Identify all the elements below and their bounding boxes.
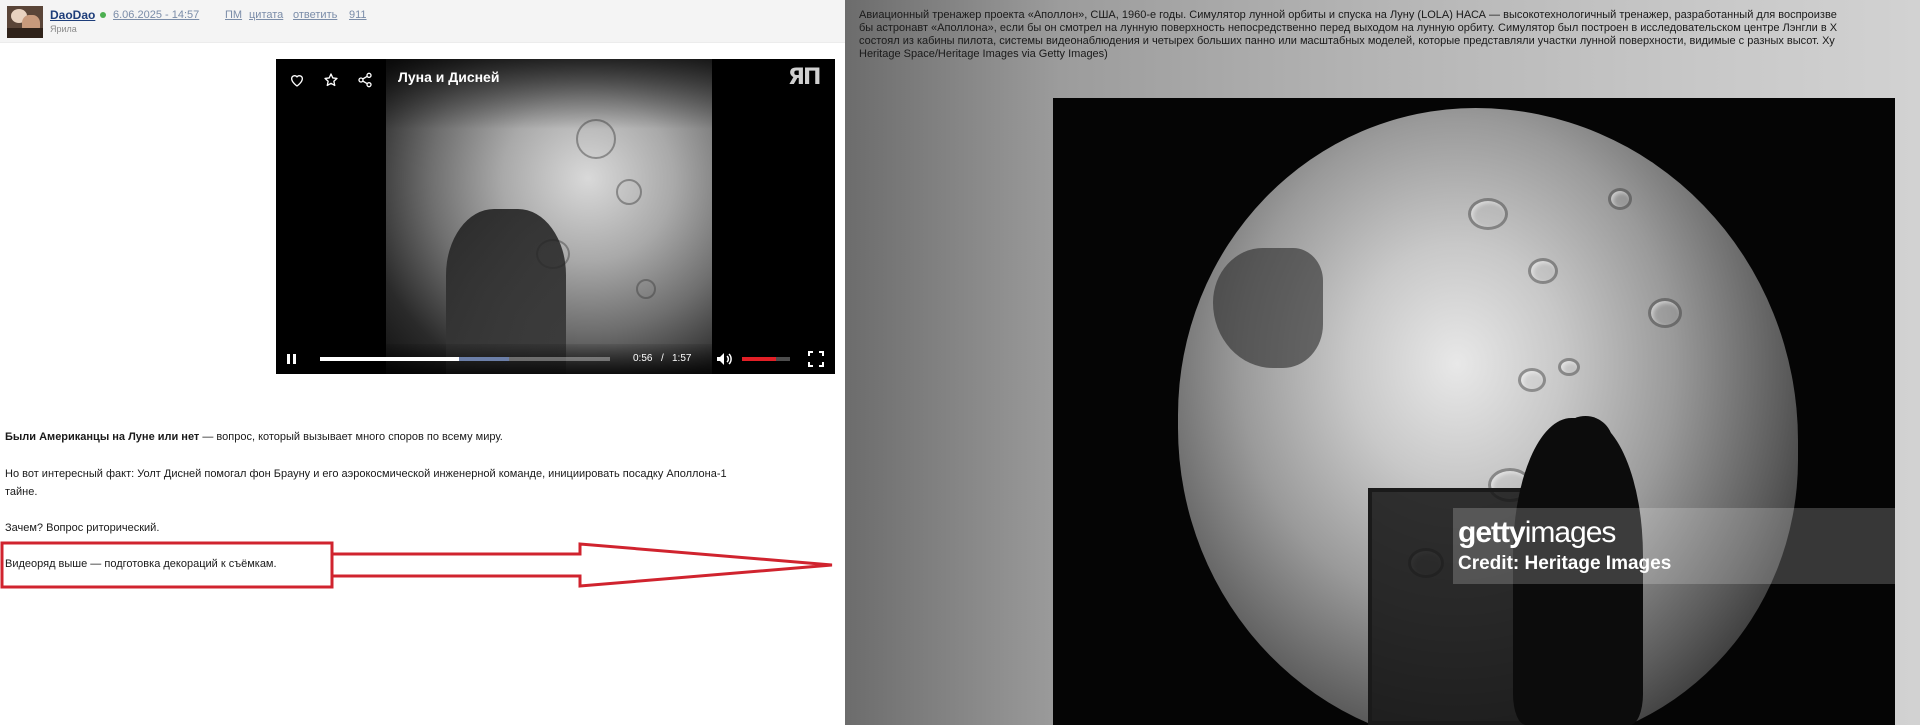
reply-link[interactable]: ответить	[293, 9, 337, 21]
getty-image-page: Авиационный тренажер проекта «Аполлон», …	[845, 0, 1920, 725]
forum-post: DaoDao 6.06.2025 - 14:57 ПМ цитата ответ…	[0, 0, 845, 725]
post-header: DaoDao 6.06.2025 - 14:57 ПМ цитата ответ…	[0, 0, 845, 43]
fullscreen-icon	[808, 351, 824, 367]
caption-line-4: Heritage Space/Heritage Images via Getty…	[859, 48, 1108, 60]
caption-line-3: состоял из кабины пилота, системы видеон…	[859, 35, 1835, 47]
avatar[interactable]	[7, 6, 43, 38]
paragraph-rhetorical: Зачем? Вопрос риторический.	[5, 522, 160, 534]
progress-bar[interactable]	[320, 357, 610, 361]
volume-icon	[717, 353, 732, 365]
duration: 1:57	[672, 353, 692, 364]
paragraph-question-rest: — вопрос, который вызывает много споров …	[199, 431, 503, 443]
fullscreen-button[interactable]	[808, 348, 824, 370]
paragraph-question-bold: Были Американцы на Луне или нет	[5, 431, 200, 443]
video-controls: 0:56 / 1:57	[276, 344, 835, 374]
volume-level	[742, 357, 776, 361]
time-separator: /	[661, 353, 664, 364]
paragraph-fact-line1: Но вот интересный факт: Уолт Дисней помо…	[5, 468, 727, 480]
image-caption: Авиационный тренажер проекта «Аполлон», …	[859, 9, 1914, 61]
username-link[interactable]: DaoDao	[50, 8, 95, 22]
volume-button[interactable]	[716, 348, 732, 370]
quote-link[interactable]: цитата	[249, 9, 283, 21]
like-heart-icon[interactable]	[286, 69, 308, 91]
online-status-icon	[100, 12, 106, 18]
video-player[interactable]: Луна и Дисней ЯП 0:56 / 1:57	[276, 59, 835, 374]
red-arrow-annotation	[0, 541, 833, 589]
pause-icon	[287, 354, 296, 364]
post-number-link[interactable]: 911	[349, 9, 367, 21]
caption-line-1: Авиационный тренажер проекта «Аполлон», …	[859, 9, 1837, 21]
pm-link[interactable]: ПМ	[225, 9, 242, 21]
caption-line-2: бы астронавт «Аполлона», если бы он смот…	[859, 22, 1838, 34]
moon-simulator-photo: gettyimages Credit: Heritage Images	[1053, 98, 1895, 725]
current-time: 0:56	[633, 353, 653, 364]
favorite-star-icon[interactable]	[320, 69, 342, 91]
volume-slider[interactable]	[742, 357, 790, 361]
paragraph-question: Были Американцы на Луне или нет — вопрос…	[5, 430, 503, 444]
pause-button[interactable]	[286, 348, 298, 370]
video-logo[interactable]: ЯП	[788, 65, 821, 90]
paragraph-fact-line2: тайне.	[5, 486, 38, 498]
post-date-link[interactable]: 6.06.2025 - 14:57	[113, 9, 199, 21]
progress-played	[320, 357, 460, 361]
getty-images-watermark: gettyimages	[1458, 516, 1616, 549]
share-icon[interactable]	[354, 69, 376, 91]
video-title: Луна и Дисней	[398, 69, 500, 85]
user-title: Ярила	[50, 24, 77, 34]
image-credit: Credit: Heritage Images	[1458, 553, 1672, 574]
